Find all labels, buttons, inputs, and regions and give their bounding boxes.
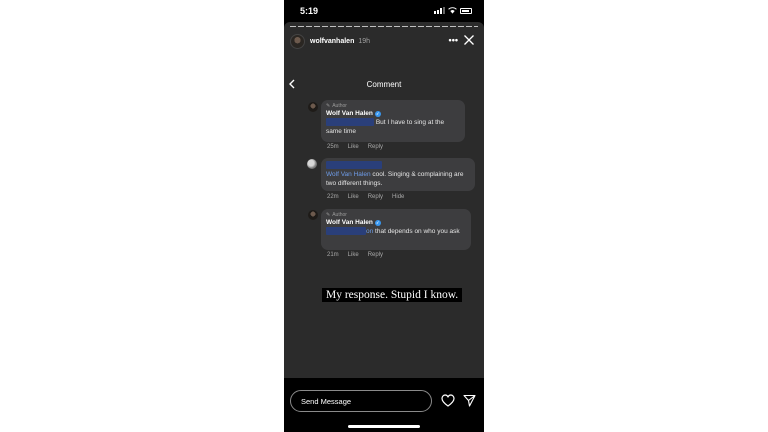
comment-avatar[interactable] — [308, 102, 318, 112]
redacted-mention — [326, 227, 366, 236]
close-icon[interactable] — [463, 34, 475, 46]
comment-actions: 21m Like Reply — [327, 252, 383, 258]
verified-badge-icon: ✓ — [374, 219, 381, 226]
comment-mention[interactable]: Wolf Van Halen — [326, 171, 371, 178]
redacted-mention — [326, 118, 374, 127]
comment-bubble: ✎ Author Wolf Van Halen ✓ on that depend… — [321, 209, 471, 250]
comment-mention-tail[interactable]: on — [366, 228, 373, 235]
comment-author-name[interactable]: Wolf Van Halen ✓ — [326, 109, 460, 118]
wifi-icon — [448, 7, 457, 14]
comment-text-body: that depends on who you ask — [375, 228, 460, 235]
redacted-username — [326, 161, 470, 170]
story-progress-bar — [290, 26, 478, 27]
comment-author-name[interactable]: Wolf Van Halen ✓ — [326, 218, 466, 227]
like-button[interactable]: Like — [348, 194, 359, 200]
like-button[interactable]: Like — [348, 252, 359, 258]
comment-avatar[interactable] — [308, 210, 318, 220]
story-view[interactable]: wolfvanhalen 19h ••• Comment ✎ Author Wo… — [284, 22, 484, 378]
like-button[interactable]: Like — [348, 144, 359, 150]
verified-badge-icon: ✓ — [374, 110, 381, 117]
comment-time: 22m — [327, 194, 339, 200]
story-avatar[interactable] — [290, 33, 305, 49]
comment-time: 21m — [327, 252, 339, 258]
story-caption: My response. Stupid I know. — [322, 288, 463, 302]
comment-screen-title: Comment — [366, 80, 402, 89]
send-icon[interactable] — [463, 394, 476, 407]
cellular-signal-icon — [434, 7, 445, 14]
comment-text: But I have to sing at the same time — [326, 118, 460, 136]
redacted-block — [326, 161, 382, 170]
bottom-bar — [284, 378, 484, 432]
more-options-icon[interactable]: ••• — [449, 35, 458, 45]
comment-time: 25m — [327, 144, 339, 150]
comment-bubble: ✎ Author Wolf Van Halen ✓ But I have to … — [321, 100, 465, 142]
status-icons — [434, 7, 472, 14]
story-username[interactable]: wolfvanhalen — [310, 38, 354, 45]
comment-author-name-text: Wolf Van Halen — [326, 219, 373, 226]
reply-button[interactable]: Reply — [368, 252, 383, 258]
comment-author-name-text: Wolf Van Halen — [326, 110, 373, 117]
heart-icon[interactable] — [441, 394, 455, 407]
status-bar: 5:19 — [284, 0, 484, 22]
battery-icon — [460, 7, 472, 14]
story-header: wolfvanhalen 19h ••• — [290, 33, 478, 49]
hide-button[interactable]: Hide — [392, 194, 404, 200]
comment-actions: 25m Like Reply — [327, 144, 383, 150]
send-message-input[interactable] — [290, 390, 432, 412]
comment-bubble: Wolf Van Halen cool. Singing & complaini… — [321, 158, 475, 191]
comment-text: on that depends on who you ask — [326, 227, 466, 236]
comment-avatar[interactable] — [307, 159, 317, 169]
reply-button[interactable]: Reply — [368, 144, 383, 150]
comment-actions: 22m Like Reply Hide — [327, 194, 404, 200]
home-indicator — [348, 425, 420, 428]
reply-button[interactable]: Reply — [368, 194, 383, 200]
status-time: 5:19 — [300, 6, 319, 16]
phone-screen: 5:19 wolfvanhalen 19h ••• Comment ✎ Auth… — [284, 0, 484, 432]
story-time-ago: 19h — [358, 37, 371, 45]
comment-text: Wolf Van Halen cool. Singing & complaini… — [326, 170, 470, 188]
